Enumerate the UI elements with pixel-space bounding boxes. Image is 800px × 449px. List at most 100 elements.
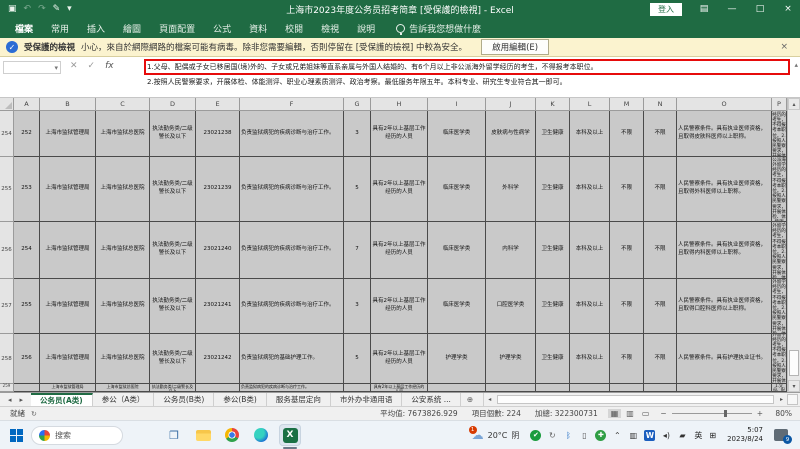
horizontal-scroll-track[interactable]: [497, 395, 774, 404]
row-header[interactable]: 257: [0, 279, 14, 334]
ribbon-tab-8[interactable]: 校閱: [276, 19, 312, 38]
excel-icon[interactable]: X: [279, 424, 301, 446]
cell[interactable]: 执法勤务类/二级警长及以下: [150, 157, 196, 222]
cell[interactable]: 上海市监狱管理局: [40, 279, 96, 334]
cell[interactable]: 临床医学类: [428, 157, 486, 222]
sync-icon[interactable]: ↻: [547, 429, 557, 441]
cell[interactable]: 1.父母、配偶或子女已移居国(境)外的、子女或兄弟姐妹等直系亲属与外国人结婚的、…: [772, 111, 787, 157]
cell[interactable]: 不限: [644, 111, 677, 157]
cell[interactable]: [344, 384, 371, 392]
notification-icon[interactable]: 9: [774, 429, 788, 441]
bluetooth-icon[interactable]: ᛒ: [563, 429, 573, 441]
view-button-2[interactable]: ▥: [623, 409, 637, 418]
cell[interactable]: 23021242: [196, 334, 240, 384]
cell[interactable]: 外科学: [486, 157, 536, 222]
cell[interactable]: [428, 384, 486, 392]
cell[interactable]: 上海市监狱总医院: [96, 334, 150, 384]
sheet-tab-5[interactable]: 服务基层定向: [267, 393, 331, 406]
name-box-dropdown-icon[interactable]: ▾: [54, 64, 60, 72]
sheet-nav-left-icon[interactable]: ◂: [8, 396, 12, 404]
cell[interactable]: 5: [344, 157, 371, 222]
sheet-tab-6[interactable]: 市外办非通用语: [331, 393, 403, 406]
sheet-tab-3[interactable]: 公务员(B类): [154, 393, 214, 406]
cell[interactable]: 5: [344, 334, 371, 384]
chrome-icon[interactable]: [221, 424, 243, 446]
taskbar-clock[interactable]: 5:07 2023/8/24: [723, 426, 767, 444]
cell[interactable]: 上海市监狱管理局: [40, 111, 96, 157]
column-header-I[interactable]: I: [428, 98, 486, 111]
confirm-entry-icon[interactable]: ✓: [88, 61, 96, 71]
horizontal-scrollbar[interactable]: ◂ ▸: [483, 393, 800, 406]
cell[interactable]: 卫生健康: [536, 279, 570, 334]
volume-icon[interactable]: ◂): [661, 429, 671, 441]
ribbon-display-options-icon[interactable]: ▤: [692, 0, 716, 18]
cell[interactable]: 上海市监狱总医院: [96, 279, 150, 334]
touch-mode-icon[interactable]: ✎: [53, 4, 61, 14]
cell[interactable]: 执法勤务类/二级警长及以下: [150, 279, 196, 334]
search-box[interactable]: 搜索: [31, 426, 123, 445]
cell[interactable]: 临床医学类: [428, 222, 486, 279]
cell[interactable]: 负责监狱病犯的疾病诊断与治疗工作。: [240, 384, 344, 392]
column-header-N[interactable]: N: [644, 98, 677, 111]
task-view-icon[interactable]: ❐: [163, 424, 185, 446]
cancel-entry-icon[interactable]: ✕: [70, 61, 78, 71]
cell[interactable]: 人民警察条件。具有执业医师资格，且取得皮肤科医师以上职称。: [677, 111, 772, 157]
column-header-E[interactable]: E: [196, 98, 240, 111]
cell[interactable]: 执法勤务类/二级警长及以下: [150, 334, 196, 384]
ribbon-tab-5[interactable]: 頁面配置: [150, 19, 204, 38]
cell[interactable]: 上海市监狱管理局: [40, 157, 96, 222]
row-header[interactable]: 259: [0, 384, 14, 392]
display-icon[interactable]: ▥: [628, 429, 638, 441]
ribbon-tab-9[interactable]: 檢視: [312, 19, 348, 38]
column-header-H[interactable]: H: [371, 98, 428, 111]
cell[interactable]: 负责监狱病犯的疾病诊断与治疗工作。: [240, 111, 344, 157]
weather-widget[interactable]: ☁ 1 20°C 阴: [472, 428, 524, 442]
minimize-button[interactable]: —: [720, 0, 744, 18]
enable-editing-button[interactable]: 啟用編輯(E): [481, 39, 549, 55]
zoom-level[interactable]: 80%: [768, 409, 792, 418]
cell[interactable]: 具有2年以上基层工作经历的人员: [371, 111, 428, 157]
cell[interactable]: 上海市监狱管理局: [40, 384, 96, 392]
car-icon[interactable]: ▰: [677, 429, 687, 441]
cell[interactable]: 1.父母、配偶或子女已移居国(境)外的、子女或兄弟姐妹等直系亲属与外国人结婚的、…: [772, 384, 787, 392]
cell[interactable]: 具有2年以上基层工作经历的人员: [371, 334, 428, 384]
cell[interactable]: 上海市监狱总医院: [96, 384, 150, 392]
cell[interactable]: 具有2年以上基层工作经历的人员: [371, 222, 428, 279]
antivirus-icon[interactable]: ✔: [530, 430, 541, 441]
column-header-G[interactable]: G: [344, 98, 371, 111]
zoom-in-icon[interactable]: +: [757, 409, 763, 418]
cell[interactable]: 本科及以上: [570, 334, 610, 384]
cell[interactable]: 负责监狱病犯的疾病诊断与治疗工作。: [240, 279, 344, 334]
cell[interactable]: 卫生健康: [536, 111, 570, 157]
cell[interactable]: 本科及以上: [570, 222, 610, 279]
cell[interactable]: 人民警察条件。具有执业医师资格，且取得口腔科医师以上职称。: [677, 279, 772, 334]
column-header-B[interactable]: B: [40, 98, 96, 111]
sheet-tab-2[interactable]: 参公（A类）: [93, 393, 155, 406]
cell[interactable]: 256: [14, 334, 40, 384]
cell[interactable]: 3: [344, 111, 371, 157]
sheet-tab-7[interactable]: 公安系统 ...: [402, 393, 461, 406]
cell[interactable]: 不限: [610, 157, 644, 222]
cell[interactable]: 23021238: [196, 111, 240, 157]
undo-icon[interactable]: ↶: [24, 4, 32, 14]
cell[interactable]: 不限: [644, 157, 677, 222]
vertical-scrollbar[interactable]: ▴ ▾: [787, 98, 800, 392]
cell[interactable]: 执法勤务类/二级警长及以下: [150, 222, 196, 279]
message-bar-close-icon[interactable]: ×: [774, 42, 794, 52]
select-all-corner[interactable]: [0, 98, 14, 111]
cell[interactable]: 负责监狱病犯的疾病诊断与治疗工作。: [240, 157, 344, 222]
sheet-tab-4[interactable]: 参公(B类): [214, 393, 267, 406]
cell[interactable]: [610, 384, 644, 392]
cell[interactable]: 内科学: [486, 222, 536, 279]
cell[interactable]: 卫生健康: [536, 157, 570, 222]
ribbon-tab-7[interactable]: 資料: [240, 19, 276, 38]
cell[interactable]: 255: [14, 279, 40, 334]
cell[interactable]: 23021239: [196, 157, 240, 222]
cell[interactable]: 执法勤务类/二级警长及以下: [150, 111, 196, 157]
zoom-out-icon[interactable]: −: [660, 409, 666, 418]
cell[interactable]: 不限: [610, 111, 644, 157]
cell[interactable]: 皮肤病与性病学: [486, 111, 536, 157]
cell[interactable]: [536, 384, 570, 392]
cell[interactable]: 23021241: [196, 279, 240, 334]
cell[interactable]: [14, 384, 40, 392]
